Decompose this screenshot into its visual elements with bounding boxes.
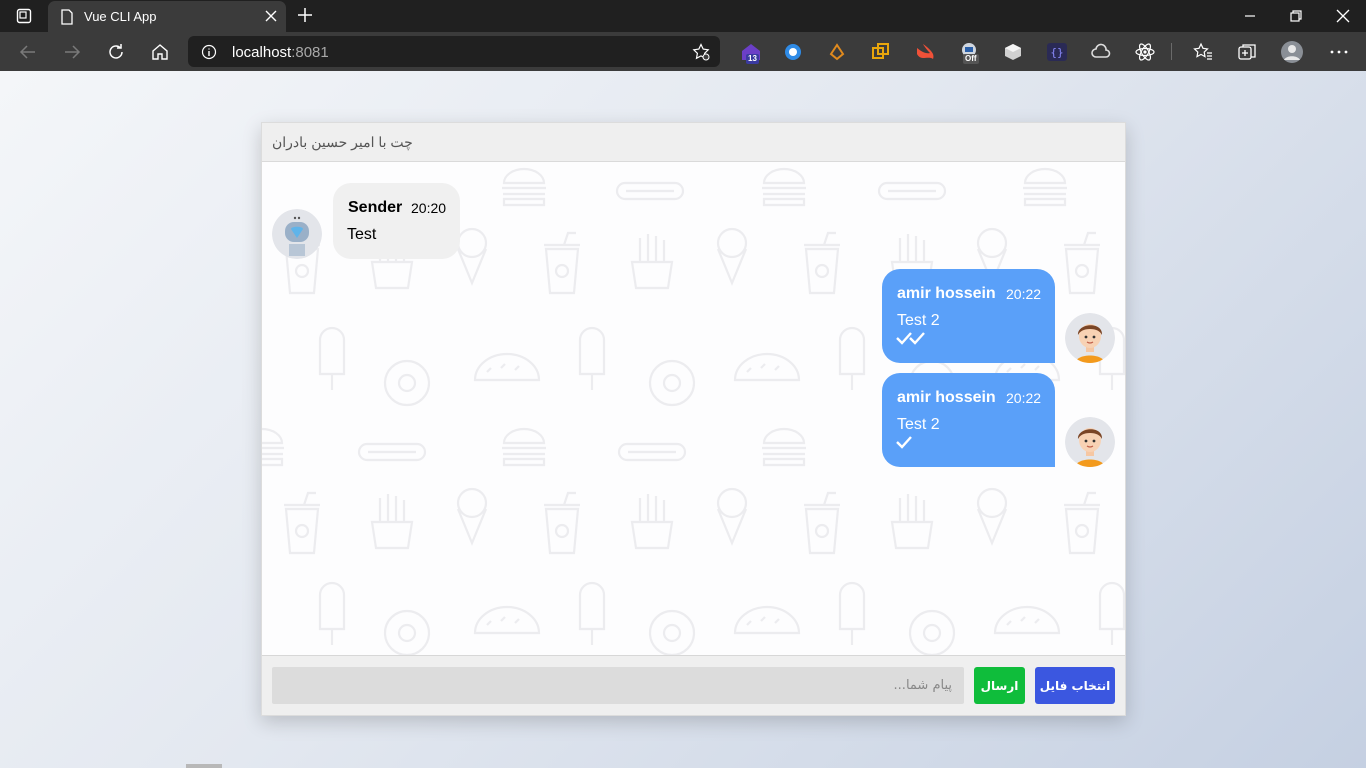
more-options-icon[interactable]: [1328, 41, 1350, 63]
extension-badge-off: Off: [963, 54, 979, 64]
boy-avatar: [1065, 417, 1115, 467]
extension-cloud-icon[interactable]: [1090, 41, 1112, 63]
browser-tab[interactable]: Vue CLI App: [48, 1, 286, 32]
chat-window: چت با امیر حسین بادران Sender 20:20 Test…: [261, 122, 1126, 716]
single-check-icon: [896, 435, 916, 454]
message-bubble-outgoing[interactable]: amir hossein 20:22 Test 2: [882, 269, 1055, 363]
extension-cookie-icon[interactable]: [826, 41, 848, 63]
message-text: Test 2: [897, 312, 940, 329]
collections-icon[interactable]: [1236, 41, 1258, 63]
extension-circle-icon[interactable]: [782, 41, 804, 63]
boy-avatar: [1065, 313, 1115, 363]
page-icon: [60, 9, 74, 30]
tab-actions-icon[interactable]: [10, 6, 38, 26]
message-time: 20:20: [411, 200, 447, 216]
restore-icon[interactable]: [1286, 6, 1306, 26]
chat-input-bar: ارسال انتخاب فایل: [262, 655, 1125, 715]
extension-badge-count: 13: [746, 54, 759, 64]
close-tab-icon[interactable]: [265, 9, 277, 27]
url-port: :8081: [291, 44, 329, 61]
message-bubble-outgoing[interactable]: amir hossein 20:22 Test 2: [882, 373, 1055, 467]
message-bubble-incoming[interactable]: Sender 20:20 Test: [333, 183, 460, 259]
svg-text:{}: {}: [1050, 46, 1063, 59]
extension-braces-icon[interactable]: {}: [1046, 41, 1068, 63]
refresh-icon[interactable]: [106, 42, 126, 62]
extension-house-icon[interactable]: 13: [740, 41, 762, 64]
profile-avatar-icon[interactable]: [1280, 40, 1304, 64]
add-favorite-icon[interactable]: [692, 43, 710, 66]
message-input[interactable]: [272, 667, 964, 704]
chat-title: چت با امیر حسین بادران: [272, 134, 413, 150]
send-button[interactable]: ارسال: [974, 667, 1025, 704]
message-time: 20:22: [1006, 390, 1042, 406]
forward-icon[interactable]: [62, 42, 82, 62]
message-text: Test 2: [897, 416, 940, 433]
url-host: localhost: [232, 44, 292, 61]
double-check-icon: [896, 331, 930, 350]
message-sender: amir hossein: [897, 285, 996, 302]
tab-title: Vue CLI App: [84, 9, 157, 24]
favorites-icon[interactable]: [1192, 41, 1214, 63]
extension-copy-icon[interactable]: [870, 41, 892, 63]
url-text: localhost:8081: [232, 44, 329, 61]
address-bar[interactable]: localhost:8081: [188, 36, 720, 67]
toolbar-separator: [1171, 43, 1172, 60]
extension-swift-icon[interactable]: [914, 41, 936, 63]
choose-file-button[interactable]: انتخاب فایل: [1035, 667, 1115, 704]
robot-avatar: [272, 209, 322, 259]
back-icon[interactable]: [18, 42, 38, 62]
message-text: Test: [347, 226, 377, 243]
browser-tab-bar: Vue CLI App: [0, 0, 1366, 32]
page-scrollbar[interactable]: [186, 764, 222, 768]
message-sender: amir hossein: [897, 389, 996, 406]
new-tab-icon[interactable]: [296, 6, 314, 29]
chat-header: چت با امیر حسین بادران: [262, 123, 1125, 162]
message-sender: Sender: [348, 199, 403, 216]
chat-messages-area[interactable]: Sender 20:20 Test amir hossein 20:22 Tes…: [262, 163, 1125, 655]
browser-toolbar: localhost:8081 13 Off {}: [0, 32, 1366, 71]
site-info-icon[interactable]: [201, 44, 217, 65]
message-time: 20:22: [1006, 286, 1042, 302]
extension-layers-icon[interactable]: [1002, 41, 1024, 63]
home-icon[interactable]: [150, 42, 170, 62]
extension-react-icon[interactable]: [1134, 41, 1156, 63]
close-window-icon[interactable]: [1333, 6, 1353, 26]
extension-shield-icon[interactable]: Off: [958, 41, 980, 64]
minimize-icon[interactable]: [1240, 6, 1260, 26]
